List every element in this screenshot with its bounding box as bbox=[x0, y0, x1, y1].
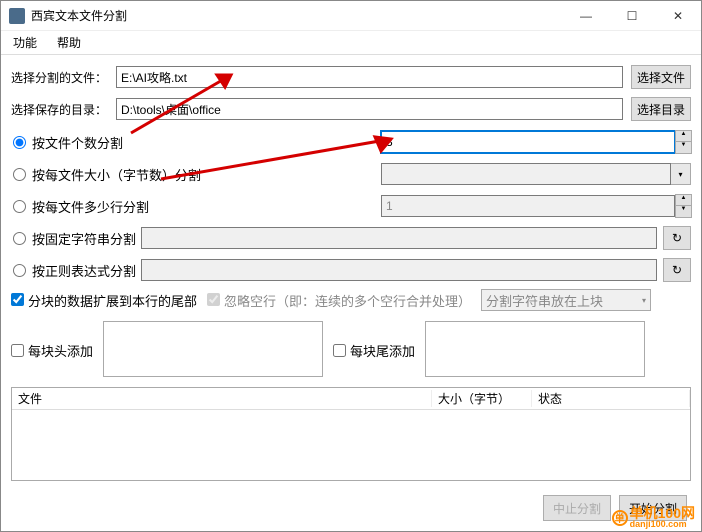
tail-check[interactable] bbox=[333, 344, 346, 357]
radio-by-fixed-label: 按固定字符串分割 bbox=[32, 229, 136, 248]
refresh-icon: ↻ bbox=[672, 263, 682, 277]
file-label: 选择分割的文件： bbox=[11, 69, 116, 86]
radio-by-size-row: 按每文件大小（字节数）分割 ▾ bbox=[11, 161, 691, 187]
radio-by-fixed[interactable] bbox=[13, 232, 26, 245]
choose-file-button[interactable]: 选择文件 bbox=[631, 65, 691, 89]
file-input[interactable] bbox=[116, 66, 623, 88]
choose-dir-button[interactable]: 选择目录 bbox=[631, 97, 691, 121]
expand-check-label[interactable]: 分块的数据扩展到本行的尾部 bbox=[11, 291, 197, 310]
size-input bbox=[381, 163, 671, 185]
radio-by-lines-label: 按每文件多少行分割 bbox=[32, 197, 149, 216]
radio-by-count-row: 按文件个数分割 ▲▼ bbox=[11, 129, 691, 155]
maximize-button[interactable]: ☐ bbox=[609, 1, 655, 31]
radio-by-size-label: 按每文件大小（字节数）分割 bbox=[32, 165, 201, 184]
watermark: 单 单机100网 danji100.com bbox=[612, 506, 695, 529]
window-title: 西宾文本文件分割 bbox=[31, 7, 563, 24]
titlebar: 西宾文本文件分割 — ☐ ✕ bbox=[1, 1, 701, 31]
result-table: 文件 大小（字节） 状态 bbox=[11, 387, 691, 481]
size-dropdown-icon: ▾ bbox=[671, 163, 691, 185]
close-button[interactable]: ✕ bbox=[655, 1, 701, 31]
menu-func[interactable]: 功能 bbox=[9, 32, 41, 53]
expand-check[interactable] bbox=[11, 293, 24, 306]
count-input[interactable] bbox=[381, 131, 675, 153]
ignore-check-label: 忽略空行（即：连续的多个空行合并处理） bbox=[207, 291, 471, 310]
block-add-row: 每块头添加 每块尾添加 bbox=[11, 321, 691, 377]
content: 选择分割的文件： 选择文件 选择保存的目录： 选择目录 按文件个数分割 ▲▼ 按… bbox=[1, 55, 701, 481]
options-row: 分块的数据扩展到本行的尾部 忽略空行（即：连续的多个空行合并处理） 分割字符串放… bbox=[11, 289, 691, 311]
radio-by-regex-label: 按正则表达式分割 bbox=[32, 261, 136, 280]
dir-input[interactable] bbox=[116, 98, 623, 120]
head-check[interactable] bbox=[11, 344, 24, 357]
th-status[interactable]: 状态 bbox=[532, 390, 690, 407]
th-size[interactable]: 大小（字节） bbox=[432, 390, 532, 407]
th-file[interactable]: 文件 bbox=[12, 390, 432, 407]
radio-by-count[interactable] bbox=[13, 136, 26, 149]
radio-by-count-label: 按文件个数分割 bbox=[32, 133, 123, 152]
lines-spinner: ▲▼ bbox=[675, 195, 691, 217]
file-row: 选择分割的文件： 选择文件 bbox=[11, 65, 691, 89]
radio-by-fixed-row: 按固定字符串分割 ↻ bbox=[11, 225, 691, 251]
lines-input bbox=[381, 195, 675, 217]
table-header: 文件 大小（字节） 状态 bbox=[12, 388, 690, 410]
stop-button: 中止分割 bbox=[543, 495, 611, 521]
regex-refresh-button[interactable]: ↻ bbox=[663, 258, 691, 282]
watermark-icon: 单 bbox=[612, 510, 628, 526]
ignore-check bbox=[207, 293, 220, 306]
radio-by-lines[interactable] bbox=[13, 200, 26, 213]
refresh-icon: ↻ bbox=[672, 231, 682, 245]
menu-help[interactable]: 帮助 bbox=[53, 32, 85, 53]
tail-textarea[interactable] bbox=[425, 321, 645, 377]
tail-check-label: 每块尾添加 bbox=[350, 341, 415, 360]
radio-by-regex-row: 按正则表达式分割 ↻ bbox=[11, 257, 691, 283]
radio-by-lines-row: 按每文件多少行分割 ▲▼ bbox=[11, 193, 691, 219]
chevron-down-icon: ▾ bbox=[642, 296, 646, 305]
fixed-refresh-button[interactable]: ↻ bbox=[663, 226, 691, 250]
menubar: 功能 帮助 bbox=[1, 31, 701, 55]
regex-input bbox=[141, 259, 657, 281]
count-spinner[interactable]: ▲▼ bbox=[675, 131, 691, 153]
minimize-button[interactable]: — bbox=[563, 1, 609, 31]
fixed-input bbox=[141, 227, 657, 249]
dir-label: 选择保存的目录： bbox=[11, 101, 116, 118]
radio-by-size[interactable] bbox=[13, 168, 26, 181]
split-pos-dropdown: 分割字符串放在上块▾ bbox=[481, 289, 651, 311]
radio-by-regex[interactable] bbox=[13, 264, 26, 277]
dir-row: 选择保存的目录： 选择目录 bbox=[11, 97, 691, 121]
head-check-label: 每块头添加 bbox=[28, 341, 93, 360]
head-textarea[interactable] bbox=[103, 321, 323, 377]
app-icon bbox=[9, 8, 25, 24]
